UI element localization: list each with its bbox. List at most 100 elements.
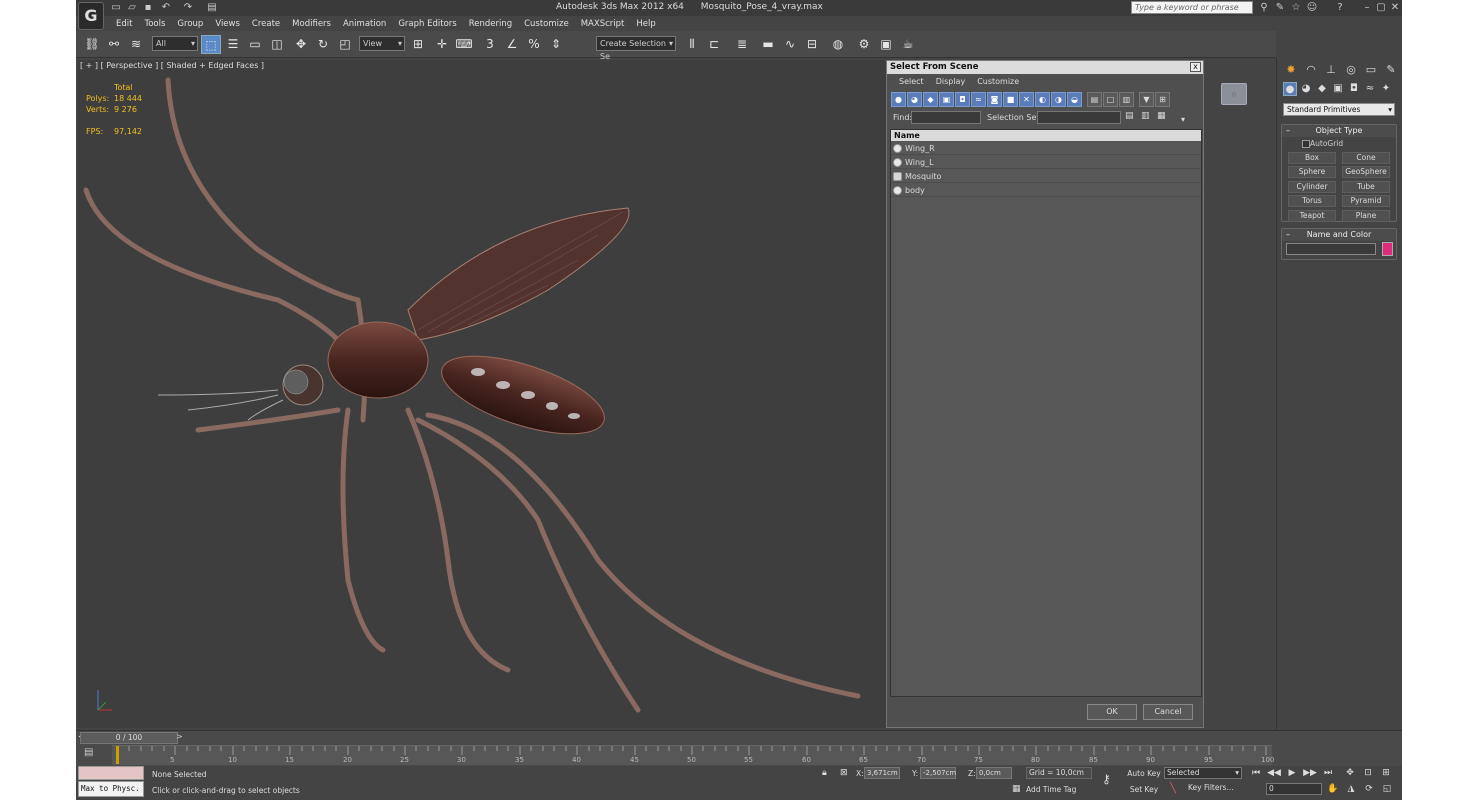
name-and-color-title[interactable]: – Name and Color xyxy=(1282,229,1396,241)
menu-tools[interactable]: Tools xyxy=(138,17,171,31)
find-input[interactable] xyxy=(911,111,981,124)
percent-snap-icon[interactable]: % xyxy=(524,35,544,54)
dialog-menu-customize[interactable]: Customize xyxy=(971,75,1025,89)
systems-category-icon[interactable]: ✦ xyxy=(1379,82,1393,96)
object-color-swatch[interactable] xyxy=(1382,242,1393,256)
rect-selection-icon[interactable]: ▭ xyxy=(245,35,265,54)
object-type-title[interactable]: – Object Type xyxy=(1282,125,1396,137)
plane-button[interactable]: Plane xyxy=(1342,210,1390,222)
align-icon[interactable]: ⊏ xyxy=(704,35,724,54)
options-chevron-down-icon[interactable]: ▾ xyxy=(1181,115,1185,124)
link-icon[interactable]: ⛓ xyxy=(82,35,102,54)
orbit-icon[interactable]: ⟳ xyxy=(1362,782,1376,796)
shapes-category-icon[interactable]: ◕ xyxy=(1299,82,1313,96)
mirror-icon[interactable]: ⫴ xyxy=(682,35,702,54)
pyramid-button[interactable]: Pyramid xyxy=(1342,195,1390,207)
primitive-category-dropdown[interactable]: Standard Primitives xyxy=(1283,103,1395,116)
auto-key-button[interactable]: Auto Key xyxy=(1126,767,1162,780)
display-containers-icon[interactable]: ◐ xyxy=(1035,92,1050,107)
menu-help[interactable]: Help xyxy=(630,17,661,31)
binoculars-icon[interactable]: ⚲ xyxy=(1258,2,1270,14)
unlink-icon[interactable]: ⚯ xyxy=(104,35,124,54)
display-groups-icon[interactable]: ◙ xyxy=(987,92,1002,107)
selection-lock-icon[interactable]: 🔒︎ xyxy=(822,768,827,778)
remove-selection-set-icon[interactable]: ▥ xyxy=(1141,111,1150,121)
new-file-icon[interactable]: ▭ xyxy=(110,2,122,14)
selection-filter-dropdown[interactable]: All xyxy=(152,36,198,51)
list-column-name[interactable]: Name xyxy=(891,130,1201,141)
list-item[interactable]: Wing_L xyxy=(891,156,1201,169)
dialog-menu-display[interactable]: Display xyxy=(930,75,972,89)
scale-icon[interactable]: ◰ xyxy=(335,35,355,54)
current-frame-input[interactable]: 0 xyxy=(1266,783,1322,795)
display-helpers-icon[interactable]: ◘ xyxy=(955,92,970,107)
key-selection-dropdown[interactable]: Selected xyxy=(1164,767,1242,779)
time-tag-icon[interactable]: ▦ xyxy=(1012,784,1021,794)
bind-space-warp-icon[interactable]: ≋ xyxy=(126,35,146,54)
display-geometry-icon[interactable]: ● xyxy=(891,92,906,107)
selection-set-dropdown[interactable] xyxy=(1037,111,1121,124)
slider-next-icon[interactable]: > xyxy=(176,732,183,741)
select-manipulate-icon[interactable]: ✛ xyxy=(432,35,452,54)
add-time-tag-button[interactable]: Add Time Tag xyxy=(1026,785,1076,794)
select-by-name-icon[interactable]: ☰ xyxy=(223,35,243,54)
viewcube-icon[interactable]: ◇ xyxy=(1221,83,1247,105)
z-coordinate-input[interactable]: 0,0cm xyxy=(976,767,1012,779)
display-lights-icon[interactable]: ◆ xyxy=(923,92,938,107)
go-to-end-icon[interactable]: ⏭ xyxy=(1320,766,1336,780)
key-filters-button[interactable]: Key Filters... xyxy=(1188,783,1234,792)
mini-curve-editor-icon[interactable]: ▤ xyxy=(84,747,93,758)
menu-animation[interactable]: Animation xyxy=(337,17,392,31)
autogrid-checkbox[interactable] xyxy=(1302,140,1310,148)
menu-edit[interactable]: Edit xyxy=(110,17,138,31)
geosphere-button[interactable]: GeoSphere xyxy=(1342,166,1390,178)
save-file-icon[interactable]: ▪ xyxy=(142,2,154,14)
dialog-menu-select[interactable]: Select xyxy=(893,75,930,89)
curve-editor-icon[interactable]: ∿ xyxy=(780,35,800,54)
list-item[interactable]: Wing_R xyxy=(891,142,1201,155)
undo-icon[interactable]: ↶ xyxy=(160,2,172,14)
perspective-viewport[interactable]: [ + ] [ Perspective ] [ Shaded + Edged F… xyxy=(78,60,886,728)
track-bar[interactable]: 5 10 15 20 25 30 35 40 45 50 55 60 65 70 75 80 85 90 95 100 xyxy=(112,745,1274,765)
set-key-button[interactable]: Set Key xyxy=(1126,783,1162,796)
teapot-button[interactable]: Teapot xyxy=(1288,210,1336,222)
angle-snap-icon[interactable]: ∠ xyxy=(502,35,522,54)
rendered-frame-icon[interactable]: ▣ xyxy=(876,35,896,54)
star-icon[interactable]: ☆ xyxy=(1290,2,1302,14)
rotate-icon[interactable]: ↻ xyxy=(313,35,333,54)
reference-coord-dropdown[interactable]: View xyxy=(359,36,405,51)
cancel-button[interactable]: Cancel xyxy=(1143,704,1193,720)
pan-icon[interactable]: ✋ xyxy=(1326,782,1340,796)
ribbon-icon[interactable]: ▬ xyxy=(758,35,778,54)
display-cameras-icon[interactable]: ▣ xyxy=(939,92,954,107)
people-icon[interactable]: ☺ xyxy=(1306,2,1318,14)
zoom-icon[interactable]: ✥ xyxy=(1342,766,1358,780)
filter-icon[interactable]: ▼ xyxy=(1139,92,1154,107)
zoom-all-icon[interactable]: ⊡ xyxy=(1360,766,1376,780)
hierarchy-icon[interactable]: ⊞ xyxy=(1155,92,1170,107)
modify-tab-icon[interactable]: ◠ xyxy=(1303,62,1319,77)
hierarchy-tab-icon[interactable]: ⊥ xyxy=(1323,62,1339,77)
motion-tab-icon[interactable]: ◎ xyxy=(1343,62,1359,77)
menu-maxscript[interactable]: MAXScript xyxy=(575,17,631,31)
menu-rendering[interactable]: Rendering xyxy=(463,17,518,31)
previous-frame-icon[interactable]: ◀◀ xyxy=(1266,766,1282,780)
minimize-icon[interactable]: – xyxy=(1360,2,1374,14)
menu-views[interactable]: Views xyxy=(209,17,246,31)
dialog-title[interactable]: Select From Scene xyxy=(887,61,1203,74)
play-icon[interactable]: ▶ xyxy=(1284,766,1300,780)
close-icon[interactable]: ✕ xyxy=(1388,2,1402,14)
field-of-view-icon[interactable]: ◮ xyxy=(1344,782,1358,796)
display-frozen-icon[interactable]: ◑ xyxy=(1051,92,1066,107)
object-name-input[interactable] xyxy=(1286,243,1376,255)
menu-group[interactable]: Group xyxy=(171,17,209,31)
render-production-icon[interactable]: ☕ xyxy=(898,35,918,54)
spinner-snap-icon[interactable]: ⇕ xyxy=(546,35,566,54)
redo-icon[interactable]: ↷ xyxy=(182,2,194,14)
move-icon[interactable]: ✥ xyxy=(291,35,311,54)
keyboard-shortcut-icon[interactable]: ⌨ xyxy=(454,35,474,54)
select-all-icon[interactable]: ▤ xyxy=(1087,92,1102,107)
add-selection-set-icon[interactable]: ▤ xyxy=(1125,111,1134,121)
time-slider[interactable]: 0 / 100 xyxy=(80,732,178,744)
material-editor-icon[interactable]: ◍ xyxy=(828,35,848,54)
